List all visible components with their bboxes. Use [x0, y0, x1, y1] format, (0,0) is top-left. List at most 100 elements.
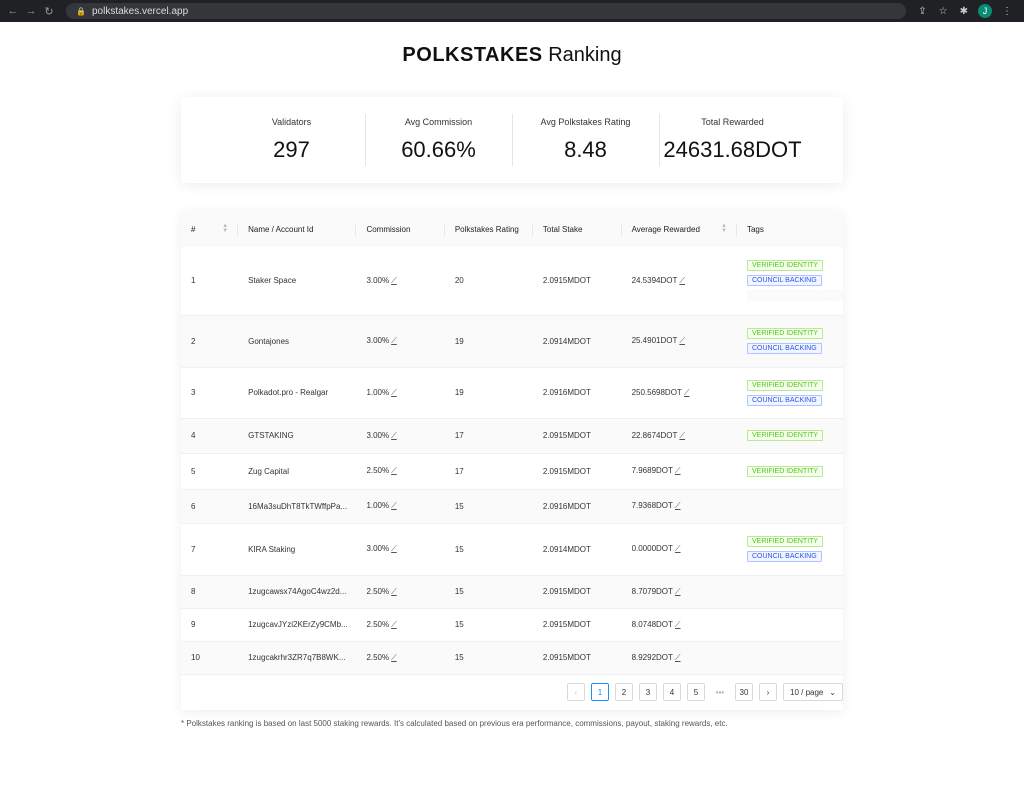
chart-icon[interactable]: ⟋	[679, 276, 685, 285]
tag-council: COUNCIL BACKING	[746, 394, 822, 406]
name-cell-text: 1zugcawsx74AgoC4wz2d...	[248, 587, 347, 596]
column-header[interactable]: # ▲ ▼	[181, 212, 239, 247]
stat-label: Total Rewarded	[701, 117, 764, 127]
table-row[interactable]: 2 Gontajones 3.00% ⟋ 19 2.0914MDOT 25.4901DOT ⟋…	[181, 315, 843, 368]
page-button[interactable]: 3	[639, 683, 657, 701]
table-row[interactable]: 4 GTSTAKING 3.00% ⟋ 17 2.0915MDOT 22.8674DOT ⟋ V…	[181, 418, 843, 454]
commission-cell: 1.00% ⟋	[356, 489, 445, 524]
rating-cell: 15	[444, 489, 533, 524]
stake-cell-text: 2.0915MDOT	[542, 653, 591, 662]
table-row[interactable]: 8 1zugcawsx74AgoC4wz2d... 2.50% ⟋ 15 2.0915MD…	[181, 575, 843, 609]
page-button[interactable]: 30	[735, 683, 753, 701]
url-text: polkstakes.vercel.app	[91, 5, 189, 17]
rank-cell: 7	[181, 523, 239, 576]
chart-icon[interactable]: ⟋	[391, 544, 397, 553]
rating-cell: 15	[444, 608, 533, 642]
rank-cell: 1	[181, 247, 239, 316]
reward-cell: 7.9368DOT ⟋	[621, 489, 737, 524]
stat-item: Validators 297	[218, 97, 365, 183]
rating-cell: 17	[444, 418, 533, 454]
name-cell: Polkadot.pro - Realgar	[238, 367, 357, 419]
stake-cell-text: 2.0914MDOT	[542, 544, 591, 554]
commission-cell-text: 1.00%	[366, 501, 390, 510]
reward-cell: 8.0748DOT ⟋	[621, 608, 737, 642]
chart-icon[interactable]: ⟋	[675, 466, 681, 475]
star-icon[interactable]: ☆	[939, 6, 948, 17]
rank-cell-text: 3	[191, 388, 196, 397]
rating-cell: 15	[444, 523, 533, 576]
stake-cell: 2.0914MDOT	[532, 523, 622, 576]
reload-icon[interactable]: ↻	[42, 5, 56, 18]
sort-icon[interactable]: ▲ ▼	[721, 223, 727, 234]
name-cell: KIRA Staking	[238, 523, 357, 576]
name-cell-text: Zug Capital	[248, 466, 290, 476]
tags-cell	[736, 489, 843, 524]
column-header[interactable]: Average Rewarded ▲ ▼	[621, 212, 737, 247]
stake-cell: 2.0915MDOT	[532, 418, 622, 454]
chart-icon[interactable]: ⟋	[391, 276, 397, 285]
stake-cell: 2.0914MDOT	[532, 315, 622, 368]
table-row[interactable]: 7 KIRA Staking 3.00% ⟋ 15 2.0914MDOT 0.0000DOT…	[181, 523, 843, 576]
stake-cell: 2.0916MDOT	[532, 489, 622, 524]
commission-cell-text: 3.00%	[366, 544, 390, 553]
rank-cell: 9	[181, 608, 239, 642]
stats-card: Validators 297 Avg Commission 60.66% Avg Pol…	[181, 97, 843, 183]
profile-avatar[interactable]: J	[978, 4, 992, 18]
share-icon[interactable]: ⇪	[918, 6, 926, 17]
page-button[interactable]: 2	[615, 683, 633, 701]
chart-icon[interactable]: ⟋	[675, 587, 681, 596]
table-row[interactable]: 10 1zugcakrhr3ZR7q7B8WK... 2.50% ⟋ 15 2.0915M…	[181, 641, 843, 675]
stat-label: Validators	[271, 117, 312, 127]
address-bar[interactable]: 🔒 polkstakes.vercel.app	[66, 3, 907, 19]
chart-icon[interactable]: ⟋	[391, 501, 397, 510]
page-size-select[interactable]: 10 / page ⌄	[783, 683, 843, 701]
table-row[interactable]: 3 Polkadot.pro - Realgar 1.00% ⟋ 19 2.0916MDO…	[181, 367, 843, 419]
chart-icon[interactable]: ⟋	[391, 653, 397, 662]
name-cell-text: Staker Space	[248, 276, 297, 286]
pagination-ellipsis[interactable]: •••	[711, 688, 729, 697]
browser-toolbar: ← → ↻ 🔒 polkstakes.vercel.app ⇪ ☆ ✱ J ⋮	[0, 0, 1024, 22]
chart-icon[interactable]: ⟋	[391, 620, 397, 629]
chart-icon[interactable]: ⟋	[391, 431, 397, 440]
tags-cell	[736, 608, 843, 642]
table-row[interactable]: 5 Zug Capital 2.50% ⟋ 17 2.0915MDOT 7.9689DOT ⟋…	[181, 453, 843, 490]
next-page-button[interactable]: ›	[759, 683, 777, 701]
name-cell-text: Polkadot.pro - Realgar	[248, 388, 329, 397]
chart-icon[interactable]: ⟋	[391, 587, 397, 596]
stat-item: Avg Polkstakes Rating 8.48	[512, 97, 659, 183]
rating-cell-text: 15	[454, 620, 464, 629]
sort-icon[interactable]: ▲ ▼	[222, 223, 228, 234]
chart-icon[interactable]: ⟋	[679, 431, 685, 440]
table-row[interactable]: 6 16Ma3suDhT8TkTWffpPa... 1.00% ⟋ 15 2.0916MD…	[181, 489, 843, 524]
back-icon[interactable]: ←	[6, 5, 20, 17]
rating-cell: 19	[444, 367, 533, 419]
rank-cell: 2	[181, 315, 239, 368]
page-button[interactable]: 1	[591, 683, 609, 701]
prev-page-button[interactable]: ‹	[567, 683, 585, 701]
chart-icon[interactable]: ⟋	[679, 336, 685, 345]
stat-label: Avg Polkstakes Rating	[540, 117, 631, 127]
chart-icon[interactable]: ⟋	[675, 544, 681, 553]
menu-icon[interactable]: ⋮	[1002, 6, 1012, 17]
forward-icon[interactable]: →	[24, 5, 38, 17]
chart-icon[interactable]: ⟋	[391, 388, 397, 397]
chart-icon[interactable]: ⟋	[675, 620, 681, 629]
commission-cell-text: 2.50%	[366, 652, 390, 662]
rating-cell-text: 17	[454, 466, 464, 476]
tag-verified: VERIFIED IDENTITY	[746, 260, 824, 272]
chart-icon[interactable]: ⟋	[391, 336, 397, 345]
chart-icon[interactable]: ⟋	[675, 501, 681, 510]
stake-cell: 2.0915MDOT	[532, 247, 622, 316]
page-button[interactable]: 4	[663, 683, 681, 701]
chart-icon[interactable]: ⟋	[684, 388, 690, 397]
commission-cell: 2.50% ⟋	[356, 575, 445, 609]
tags-cell: VERIFIED IDENTITY COUNCIL BACKING	[736, 315, 843, 368]
stake-cell-text: 2.0915MDOT	[542, 431, 591, 440]
table-row[interactable]: 1 Staker Space 3.00% ⟋ 20 2.0915MDOT 24.5394DO…	[181, 247, 843, 316]
chart-icon[interactable]: ⟋	[391, 466, 397, 475]
stake-cell-text: 2.0916MDOT	[542, 501, 591, 511]
table-row[interactable]: 9 1zugcavJYzi2KErZy9CMb... 2.50% ⟋ 15 2.0915M…	[181, 608, 843, 642]
extensions-icon[interactable]: ✱	[960, 6, 968, 17]
page-button[interactable]: 5	[687, 683, 705, 701]
chart-icon[interactable]: ⟋	[675, 653, 681, 662]
